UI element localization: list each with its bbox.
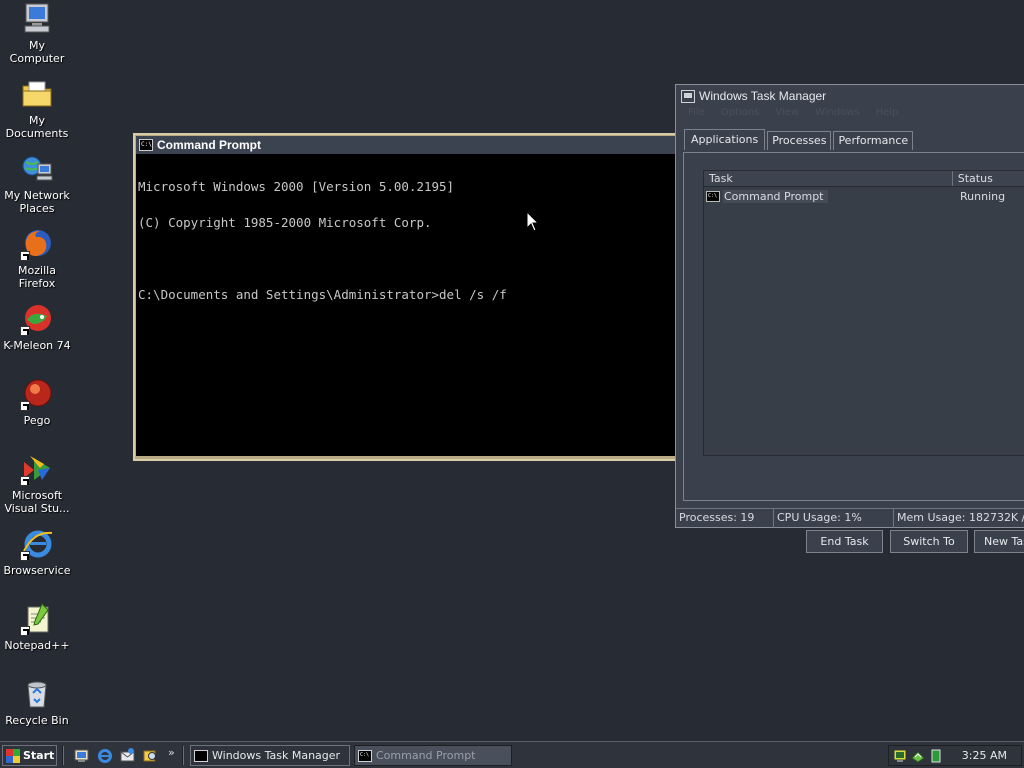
taskbar-separator [182, 746, 184, 765]
quick-launch-more-button[interactable]: » [168, 746, 175, 759]
desktop-icon-notepad-plus-plus[interactable]: Notepad++ [0, 602, 74, 652]
shortcut-arrow-icon [20, 326, 30, 336]
menu-view[interactable]: View [775, 107, 799, 121]
desktop-icon-label: My Documents [5, 114, 69, 140]
tab-processes[interactable]: Processes [767, 131, 832, 150]
tab-performance[interactable]: Performance [833, 131, 914, 150]
windows-logo-icon [6, 748, 20, 763]
menu-file[interactable]: File [688, 107, 705, 121]
column-header-task[interactable]: Task [704, 171, 953, 186]
task-manager-title-bar[interactable]: Windows Task Manager [676, 85, 1024, 107]
menu-windows[interactable]: Windows [815, 107, 860, 121]
task-status: Running [960, 189, 1006, 203]
task-list[interactable]: Task Status C:\ Command Prompt Running [703, 170, 1024, 456]
task-cell: C:\ Command Prompt [704, 189, 955, 203]
tray-network-icon[interactable] [911, 749, 925, 763]
desktop-icon-microsoft-visual-studio[interactable]: Microsoft Visual Stu... [0, 452, 74, 515]
taskbar-button-label: Windows Task Manager [212, 749, 341, 762]
status-mem-usage: Mem Usage: 182732K / 37 [897, 511, 1024, 524]
folder-icon [20, 77, 54, 111]
shortcut-arrow-icon [20, 626, 30, 636]
desktop-icon-label: Browservice [3, 564, 71, 577]
cmd-icon: C:\ [706, 190, 720, 202]
desktop-icon-browservice[interactable]: Browservice [0, 527, 74, 577]
console-command-line[interactable]: C:\Documents and Settings\Administrator>… [138, 288, 673, 301]
status-cpu-usage: CPU Usage: 1% [774, 509, 894, 528]
explorer-search-icon[interactable] [142, 747, 159, 764]
desktop-icon-pego[interactable]: Pego [0, 377, 74, 427]
task-manager-icon [194, 749, 208, 762]
desktop-icon-my-computer[interactable]: My Computer [0, 2, 74, 65]
pego-icon [20, 377, 54, 411]
shortcut-arrow-icon [20, 551, 30, 561]
mouse-pointer-icon [526, 210, 540, 233]
notepad-icon [20, 602, 54, 636]
clock[interactable]: 3:25 AM [962, 749, 1007, 762]
desktop-icon-label: Recycle Bin [5, 714, 69, 727]
status-bar: Processes: 19 CPU Usage: 1% Mem Usage: 1… [676, 508, 1024, 528]
desktop-icon-label: K-Meleon 74 [3, 339, 71, 352]
firefox-icon [20, 227, 54, 261]
taskbar: Start » Windows Task Manager C:\ Command… [0, 741, 1024, 768]
tray-display-icon[interactable] [893, 749, 907, 763]
start-label: Start [23, 749, 55, 762]
desktop-icon-label: My Computer [9, 39, 65, 65]
desktop-icon-my-network-places[interactable]: My Network Places [0, 152, 74, 215]
shortcut-arrow-icon [20, 251, 30, 261]
desktop-icon-recycle-bin[interactable]: Recycle Bin [0, 677, 74, 727]
k-meleon-icon [20, 302, 54, 336]
desktop-icon-label: My Network Places [4, 189, 70, 215]
desktop-icon-label: Pego [23, 414, 51, 427]
tray-battery-icon[interactable] [929, 749, 943, 763]
desktop-icon-k-meleon[interactable]: K-Meleon 74 [0, 302, 74, 352]
menu-options[interactable]: Options [721, 107, 760, 121]
shortcut-arrow-icon [20, 401, 30, 411]
computer-icon [20, 2, 54, 36]
console-line: Microsoft Windows 2000 [Version 5.00.219… [138, 179, 455, 194]
new-task-button[interactable]: New Task... [974, 530, 1024, 553]
taskbar-button-task-manager[interactable]: Windows Task Manager [190, 745, 350, 766]
network-icon [20, 152, 54, 186]
taskbar-separator [62, 746, 64, 765]
internet-explorer-icon[interactable] [96, 747, 113, 764]
command-prompt-window[interactable]: C:\ Command Prompt Microsoft Windows 200… [133, 133, 678, 461]
menu-bar: File Options View Windows Help [676, 107, 1024, 121]
switch-to-button[interactable]: Switch To [890, 530, 968, 553]
end-task-button[interactable]: End Task [806, 530, 883, 553]
desktop-icon-my-documents[interactable]: My Documents [0, 77, 74, 140]
system-tray: 3:25 AM [888, 745, 1022, 766]
task-list-header: Task Status [704, 171, 1024, 187]
desktop-icon-label: Mozilla Firefox [18, 264, 56, 290]
outlook-express-icon[interactable] [119, 747, 136, 764]
taskbar-button-command-prompt[interactable]: C:\ Command Prompt [354, 745, 512, 766]
command-prompt-title-bar[interactable]: C:\ Command Prompt [136, 136, 675, 154]
task-row[interactable]: C:\ Command Prompt Running [704, 188, 1024, 204]
start-button[interactable]: Start [2, 745, 57, 766]
applications-panel: Task Status C:\ Command Prompt Running E… [683, 152, 1024, 553]
console-line: (C) Copyright 1985-2000 Microsoft Corp. [138, 215, 432, 230]
tab-bar: Applications Processes Performance [684, 129, 914, 150]
window-title: Command Prompt [157, 138, 262, 152]
task-manager-icon [681, 89, 695, 103]
menu-help[interactable]: Help [876, 107, 899, 121]
desktop-icon-label: Notepad++ [4, 639, 70, 652]
shortcut-arrow-icon [20, 476, 30, 486]
console-output[interactable]: Microsoft Windows 2000 [Version 5.00.219… [136, 154, 675, 456]
show-desktop-icon[interactable] [73, 747, 90, 764]
taskbar-button-label: Command Prompt [376, 749, 476, 762]
window-title: Windows Task Manager [699, 89, 827, 103]
cmd-icon: C:\ [358, 749, 372, 762]
recycle-bin-icon [20, 677, 54, 711]
desktop-icon-label: Microsoft Visual Stu... [4, 489, 70, 515]
visual-studio-icon [20, 452, 54, 486]
cmd-icon: C:\ [139, 139, 153, 151]
task-name: Command Prompt [723, 189, 828, 203]
desktop-icon-mozilla-firefox[interactable]: Mozilla Firefox [0, 227, 74, 290]
internet-explorer-icon [20, 527, 54, 561]
task-manager-window[interactable]: Windows Task Manager File Options View W… [675, 84, 1024, 553]
status-processes: Processes: 19 [676, 509, 774, 528]
tab-applications[interactable]: Applications [684, 129, 766, 150]
column-header-status[interactable]: Status [952, 171, 1024, 186]
